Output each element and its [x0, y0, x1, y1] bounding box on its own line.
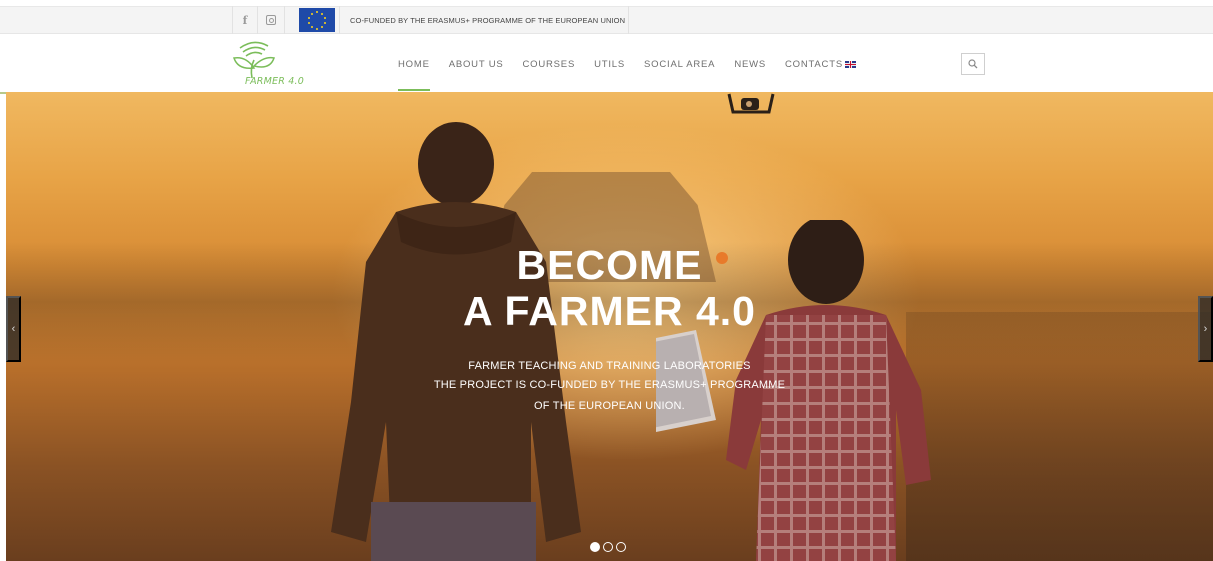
slider-dot-3[interactable]	[616, 542, 626, 552]
facebook-link[interactable]: f	[232, 6, 257, 34]
nav-item-utils[interactable]: UTILS	[594, 59, 625, 73]
hero-subtitle-line2: THE PROJECT IS CO-FUNDED BY THE ERASMUS+…	[433, 379, 786, 391]
main-nav: HOME ABOUT US COURSES UTILS SOCIAL AREA …	[398, 59, 862, 91]
hero-field-shadow	[906, 312, 1213, 561]
nav-item-about-us[interactable]: ABOUT US	[449, 59, 504, 73]
slider-dot-2[interactable]	[603, 542, 613, 552]
slider-pagination	[590, 542, 626, 552]
uk-flag-icon[interactable]	[845, 61, 856, 68]
chevron-left-icon: ‹	[11, 323, 16, 335]
facebook-icon: f	[242, 13, 248, 27]
slider-next-button[interactable]: ›	[1198, 296, 1213, 362]
farmer-man-silhouette	[331, 122, 581, 561]
hero-subtitle-line3: OF THE EUROPEAN UNION.	[534, 400, 685, 412]
hero-subtitle-line1: FARMER TEACHING AND TRAINING LABORATORIE…	[468, 360, 751, 372]
nav-item-courses[interactable]: COURSES	[523, 59, 576, 73]
nav-item-social-area[interactable]: SOCIAL AREA	[644, 59, 715, 73]
logo-text: FARMER 4.0	[245, 76, 304, 87]
hero-title-line1: BECOME	[516, 242, 703, 288]
nav-item-home[interactable]: HOME	[398, 59, 430, 91]
search-icon	[968, 59, 978, 69]
eu-flag-cell	[297, 6, 337, 34]
drone-icon	[727, 93, 775, 114]
cofunded-text: CO-FUNDED BY THE ERASMUS+ PROGRAMME OF T…	[339, 6, 629, 34]
hero-accent-dot	[716, 252, 728, 264]
instagram-icon	[266, 15, 276, 25]
instagram-link[interactable]	[257, 6, 285, 34]
hero-title-line2: A FARMER 4.0	[463, 288, 756, 334]
nav-item-news[interactable]: NEWS	[734, 59, 766, 73]
slider-prev-button[interactable]: ‹	[6, 296, 21, 362]
eu-flag-icon	[299, 8, 335, 32]
nav-item-contacts[interactable]: CONTACTS	[785, 59, 843, 73]
chevron-right-icon: ›	[1203, 323, 1208, 335]
slider-dot-1[interactable]	[590, 542, 600, 552]
hero-slider: BECOME A FARMER 4.0 FARMER TEACHING AND …	[6, 92, 1213, 561]
search-button[interactable]	[961, 53, 985, 75]
top-bar: f CO-FUNDED BY THE ERASMUS+ PROGRAMME OF…	[0, 0, 1213, 34]
